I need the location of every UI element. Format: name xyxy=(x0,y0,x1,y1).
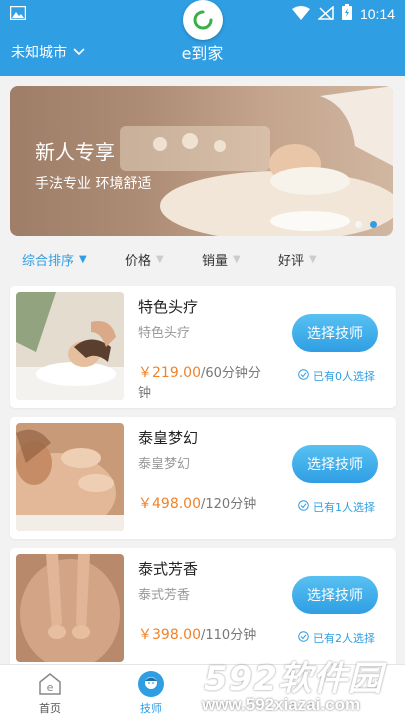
technician-icon xyxy=(138,671,164,697)
sort-label: 销量 xyxy=(202,254,229,269)
watermark-url: www.592xiazai.com xyxy=(202,695,361,714)
check-circle-icon xyxy=(298,631,309,645)
banner-dot-active[interactable] xyxy=(370,221,377,228)
price-unit: /110分钟 xyxy=(201,628,257,643)
sort-comprehensive[interactable]: 综合排序 ▼ xyxy=(22,250,87,269)
page-title: e到家 xyxy=(181,44,224,63)
price-amount: ￥498.00 xyxy=(138,496,201,512)
tab-technician[interactable]: 技师 xyxy=(121,671,181,716)
sort-down-icon: ▼ xyxy=(156,254,164,265)
image-notification-icon xyxy=(9,5,27,24)
service-price: ￥219.00/60分钟分钟 xyxy=(138,363,266,404)
status-time: 10:14 xyxy=(359,6,395,22)
sort-bar: 综合排序 ▼ 价格 ▼ 销量 ▼ 好评 ▼ xyxy=(0,240,405,276)
service-desc: 泰皇梦幻 xyxy=(138,457,191,472)
sort-down-icon: ▼ xyxy=(309,254,317,265)
price-amount: ￥398.00 xyxy=(138,627,201,643)
service-price: ￥398.00/110分钟 xyxy=(138,625,266,646)
chosen-count: 已有0人选择 xyxy=(298,368,375,384)
banner-dot[interactable] xyxy=(355,221,362,228)
chosen-count: 已有2人选择 xyxy=(298,630,375,646)
sort-sales[interactable]: 销量 ▼ xyxy=(202,250,241,269)
sort-label: 好评 xyxy=(278,254,305,269)
service-desc: 泰式芳香 xyxy=(138,588,191,603)
banner-pagination xyxy=(355,221,377,228)
select-technician-button[interactable]: 选择技师 xyxy=(292,314,378,352)
promo-banner[interactable]: 新人专享 手法专业 环境舒适 xyxy=(10,86,393,236)
service-desc: 特色头疗 xyxy=(138,326,191,341)
site-watermark: 592软件园 www.592xiazai.com xyxy=(200,647,405,720)
service-name: 泰式芳香 xyxy=(138,560,199,578)
sort-price[interactable]: 价格 ▼ xyxy=(125,250,164,269)
service-thumbnail xyxy=(16,292,124,400)
home-icon: e xyxy=(37,671,63,697)
wifi-icon xyxy=(291,5,310,24)
banner-subtitle: 手法专业 环境舒适 xyxy=(35,176,152,192)
chosen-label: 已有1人选择 xyxy=(313,501,375,514)
banner-title: 新人专享 xyxy=(35,140,115,164)
tab-label: 技师 xyxy=(140,702,162,715)
service-price: ￥498.00/120分钟 xyxy=(138,494,266,515)
chosen-count: 已有1人选择 xyxy=(298,499,375,515)
select-technician-button[interactable]: 选择技师 xyxy=(292,576,378,614)
battery-charging-icon xyxy=(341,4,352,24)
tab-home[interactable]: e 首页 xyxy=(20,671,80,716)
check-circle-icon xyxy=(298,369,309,383)
watermark-logo: 592软件园 xyxy=(204,659,383,699)
sort-label: 价格 xyxy=(125,254,152,269)
sort-label: 综合排序 xyxy=(22,254,75,269)
service-name: 特色头疗 xyxy=(138,298,199,316)
service-card[interactable]: 泰皇梦幻 泰皇梦幻 ￥498.00/120分钟 选择技师 已有1人选择 xyxy=(10,417,396,539)
price-unit: /120分钟 xyxy=(201,497,257,512)
tab-label: 首页 xyxy=(39,702,61,715)
service-card[interactable]: 特色头疗 特色头疗 ￥219.00/60分钟分钟 选择技师 已有0人选择 xyxy=(10,286,396,408)
sort-rating[interactable]: 好评 ▼ xyxy=(278,250,317,269)
sort-down-icon: ▼ xyxy=(233,254,241,265)
svg-text:e: e xyxy=(47,681,54,694)
service-name: 泰皇梦幻 xyxy=(138,429,199,447)
no-signal-icon xyxy=(316,4,334,24)
select-technician-button[interactable]: 选择技师 xyxy=(292,445,378,483)
chosen-label: 已有2人选择 xyxy=(313,632,375,645)
sort-down-icon: ▼ xyxy=(79,254,87,265)
chosen-label: 已有0人选择 xyxy=(313,370,375,383)
service-thumbnail xyxy=(16,423,124,531)
service-thumbnail xyxy=(16,554,124,662)
check-circle-icon xyxy=(298,500,309,514)
price-amount: ￥219.00 xyxy=(138,365,201,381)
loading-spinner xyxy=(183,0,223,40)
